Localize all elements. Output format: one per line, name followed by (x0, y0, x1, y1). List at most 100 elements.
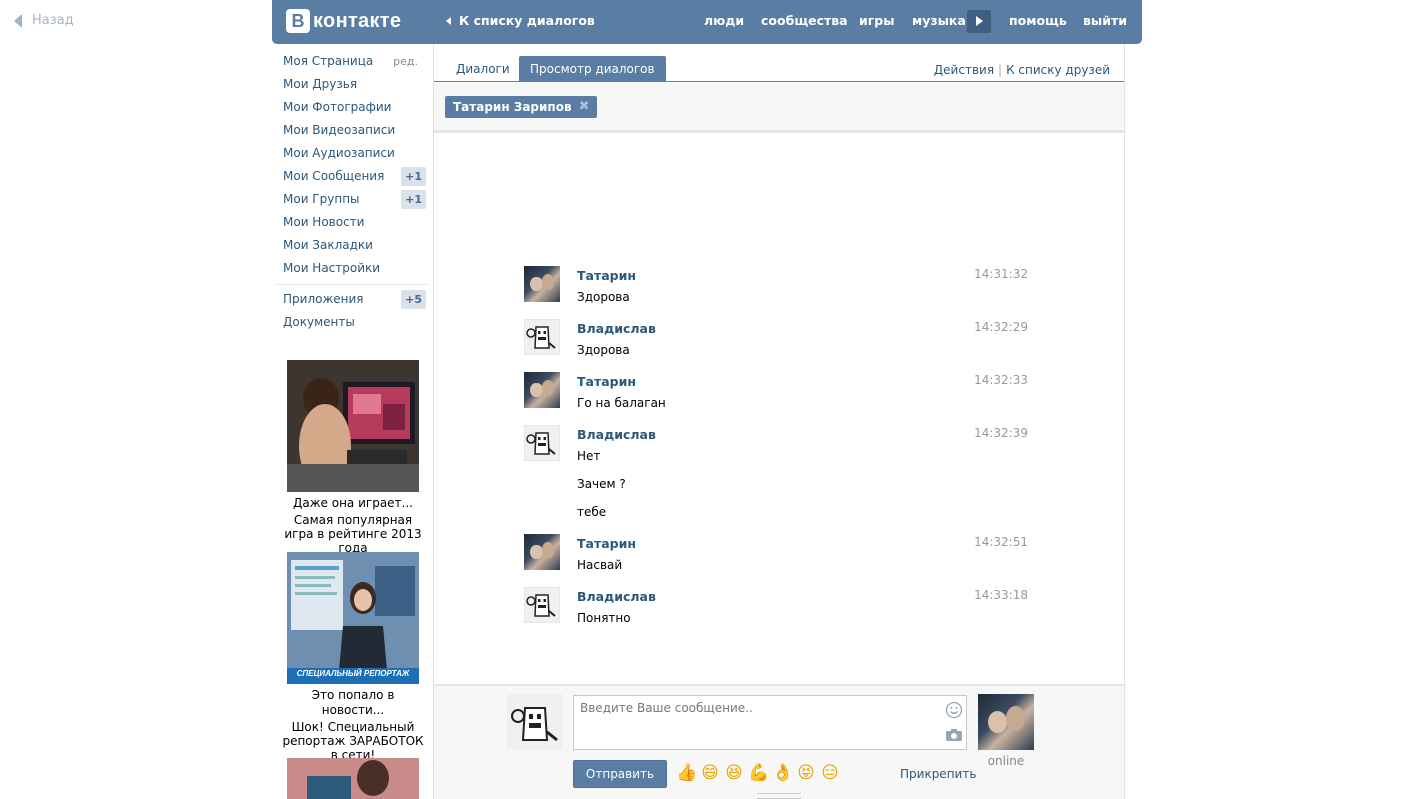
emoji-icon[interactable]: 💪 (748, 763, 769, 783)
ad-block-third[interactable] (280, 758, 426, 799)
emoji-row: 👍 😄 😆 💪 👌 😝 😑 (676, 763, 840, 783)
peer-avatar[interactable] (978, 694, 1034, 750)
smile-icon[interactable] (945, 701, 963, 719)
domo-avatar-icon (524, 587, 560, 623)
message-avatar[interactable] (524, 319, 560, 355)
sidebar-item-label: Мои Группы (283, 192, 360, 206)
message-author[interactable]: Владислав (577, 427, 656, 442)
ad-image-third[interactable] (287, 758, 419, 799)
ad-title[interactable]: Даже она играет... (280, 496, 426, 511)
nav-logout[interactable]: выйти (1083, 13, 1127, 28)
emoji-icon[interactable]: 😝 (796, 763, 816, 783)
message-avatar[interactable] (524, 587, 560, 623)
actions-link[interactable]: Действия (934, 63, 994, 77)
sidebar-item-label: Мои Сообщения (283, 169, 385, 183)
emoji-icon[interactable]: 😑 (820, 763, 840, 783)
sidebar-item[interactable]: Приложения +5 (283, 288, 428, 311)
tab-links: Действия | К списку друзей (934, 63, 1110, 77)
message-avatar[interactable] (524, 266, 560, 302)
message-time: 14:31:32 (974, 267, 1028, 281)
ad-title[interactable]: Это попало в новости... (280, 688, 426, 718)
sidebar-item[interactable]: Мои Новости (283, 211, 428, 234)
message-author[interactable]: Владислав (577, 321, 656, 336)
sidebar-item-label: Документы (283, 315, 355, 329)
nav-communities[interactable]: сообщества (761, 13, 848, 28)
tab-view-dialogs[interactable]: Просмотр диалогов (519, 56, 666, 82)
message-text: Здорова (577, 343, 630, 357)
sidebar-item-label: Моя Страница (283, 54, 374, 68)
back-link[interactable]: Назад (14, 13, 74, 28)
nav-music[interactable]: музыка (912, 13, 966, 28)
emoji-icon[interactable]: 😄 (700, 763, 720, 783)
resize-grip-icon[interactable] (757, 793, 801, 799)
ad-text: Самая популярная игра в рейтинге 2013 го… (284, 513, 422, 555)
ad-image-news[interactable]: СПЕЦИАЛЬНЫЙ РЕПОРТАЖ (287, 552, 419, 684)
ad-news-picture (287, 552, 419, 684)
message-avatar[interactable] (524, 534, 560, 570)
ad-news-banner: СПЕЦИАЛЬНЫЙ РЕПОРТАЖ (296, 669, 410, 678)
left-sidebar: Моя Страница ред. Мои Друзья Мои Фотографии… (277, 50, 428, 334)
message-time: 14:33:18 (974, 588, 1028, 602)
peer-avatar-photo (978, 694, 1034, 750)
ad-block-game[interactable]: Даже она играет... Самая популярная игра… (280, 360, 426, 555)
nav-games[interactable]: игры (859, 13, 895, 28)
sidebar-item-label: Мои Настройки (283, 261, 381, 275)
sidebar-item[interactable]: Документы (283, 311, 428, 334)
top-nav: люди сообщества игры музыка помощь выйти (272, 0, 1142, 44)
emoji-icon[interactable]: 👍 (676, 763, 697, 783)
sidebar-item-badge[interactable]: +1 (401, 190, 426, 209)
message-avatar[interactable] (524, 425, 560, 461)
nav-people[interactable]: люди (704, 13, 744, 28)
sidebar-item[interactable]: Мои Видеозаписи (283, 119, 428, 142)
message-avatar[interactable] (524, 372, 560, 408)
message-text: Нет (577, 449, 601, 463)
sidebar-item[interactable]: Мои Группы +1 (283, 188, 428, 211)
sidebar-divider (277, 284, 427, 285)
message-text: Понятно (577, 611, 631, 625)
sidebar-item[interactable]: Мои Сообщения +1 (283, 165, 428, 188)
message-time: 14:32:51 (974, 535, 1028, 549)
sidebar-item-label: Мои Видеозаписи (283, 123, 396, 137)
emoji-icon[interactable]: 😆 (724, 763, 744, 783)
message-time: 14:32:33 (974, 373, 1028, 387)
message-author[interactable]: Татарин (577, 536, 636, 551)
friends-list-link[interactable]: К списку друзей (1006, 63, 1110, 77)
message-time: 14:32:39 (974, 426, 1028, 440)
sidebar-item-label: Мои Аудиозаписи (283, 146, 395, 160)
ad-image-game[interactable] (287, 360, 419, 492)
message-input[interactable] (573, 695, 967, 750)
peer-chip[interactable]: Татарин Зарипов ✖ (445, 96, 597, 118)
message-author[interactable]: Татарин (577, 268, 636, 283)
sidebar-item[interactable]: Мои Настройки (283, 257, 428, 280)
message-time: 14:32:29 (974, 320, 1028, 334)
back-label: Назад (32, 13, 74, 28)
send-button[interactable]: Отправить (573, 760, 667, 788)
music-play-icon[interactable] (967, 10, 991, 33)
composer: Отправить 👍😄😆💪👌😝😑 Прикрепить online (434, 684, 1124, 799)
message-text: Зачем ? (577, 477, 626, 491)
message-author[interactable]: Владислав (577, 589, 656, 604)
ad-third-picture (287, 758, 419, 799)
message-author[interactable]: Татарин (577, 374, 636, 389)
sidebar-item-badge[interactable]: +5 (401, 290, 426, 309)
top-header: В контакте К списку диалогов люди сообще… (272, 0, 1142, 44)
sidebar-item[interactable]: Моя Страница ред. (283, 50, 428, 73)
peer-bar: Татарин Зарипов ✖ (434, 83, 1124, 133)
edit-profile-link[interactable]: ред. (393, 50, 418, 73)
attach-link[interactable]: Прикрепить (900, 767, 976, 781)
sidebar-item-badge[interactable]: +1 (401, 167, 426, 186)
sidebar-item[interactable]: Мои Фотографии (283, 96, 428, 119)
nav-help[interactable]: помощь (1009, 13, 1067, 28)
ad-block-news[interactable]: СПЕЦИАЛЬНЫЙ РЕПОРТАЖ Это попало в новост… (280, 552, 426, 762)
back-arrow-icon (14, 13, 22, 28)
sidebar-item[interactable]: Мои Закладки (283, 234, 428, 257)
remove-peer-icon[interactable]: ✖ (579, 96, 590, 118)
tab-dialogs[interactable]: Диалоги (445, 56, 521, 82)
domo-avatar-icon (524, 425, 560, 461)
sidebar-item[interactable]: Мои Друзья (283, 73, 428, 96)
sidebar-item[interactable]: Мои Аудиозаписи (283, 142, 428, 165)
emoji-icon[interactable]: 👌 (772, 763, 793, 783)
camera-icon[interactable] (945, 728, 963, 742)
link-separator: | (998, 63, 1003, 77)
sidebar-item-label: Приложения (283, 292, 364, 306)
